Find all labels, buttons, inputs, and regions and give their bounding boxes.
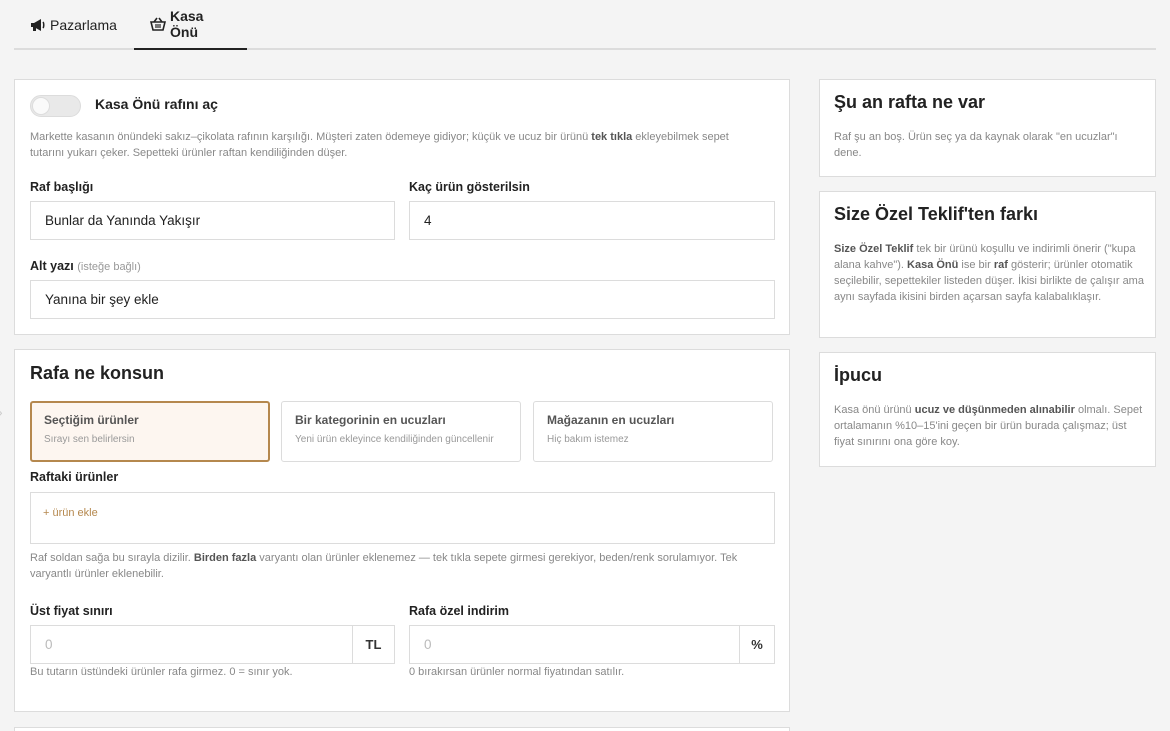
- current-shelf-desc: Raf şu an boş. Ürün seç ya da kaynak ola…: [834, 131, 1118, 159]
- add-product-link[interactable]: + ürün ekle: [43, 507, 98, 519]
- source-heading: Rafa ne konsun: [30, 363, 165, 383]
- subtitle-input[interactable]: Yanına bir şey ekle: [30, 280, 775, 319]
- difference-desc: Size Özel Teklif tek bir ürünü koşullu v…: [834, 243, 1144, 303]
- option-subtitle: Sırayı sen belirlersin: [44, 434, 135, 445]
- current-shelf-title: Şu an rafta ne var: [834, 92, 986, 112]
- product-count-input[interactable]: 4: [409, 201, 775, 240]
- shelf-products-label: Raftaki ürünler: [30, 470, 119, 484]
- source-option-category-cheapest[interactable]: Bir kategorinin en ucuzları Yeni ürün ek…: [281, 401, 521, 462]
- subtitle-label: Alt yazı (isteğe bağlı): [30, 259, 141, 273]
- products-note: Raf soldan sağa bu sırayla dizilir. Bird…: [30, 552, 738, 580]
- option-subtitle: Hiç bakım istemez: [547, 434, 629, 445]
- source-option-store-cheapest[interactable]: Mağazanın en ucuzları Hiç bakım istemez: [533, 401, 773, 462]
- toggle-knob: [32, 97, 50, 115]
- discount-unit: %: [739, 626, 774, 663]
- shelf-title-input[interactable]: Bunlar da Yanında Yakışır: [30, 201, 395, 240]
- tab-bar: Pazarlama Kasa Önü: [14, 0, 1156, 50]
- option-title: Bir kategorinin en ucuzları: [295, 413, 446, 427]
- max-price-unit: TL: [352, 626, 394, 663]
- option-title: Seçtiğim ürünler: [44, 413, 139, 427]
- tip-title: İpucu: [834, 365, 882, 385]
- chevron-right-icon: ›: [0, 404, 3, 420]
- tab-marketing-label: Pazarlama: [50, 17, 117, 33]
- max-price-label: Üst fiyat sınırı: [30, 604, 113, 618]
- option-subtitle: Yeni ürün ekleyince kendiliğinden güncel…: [295, 434, 494, 445]
- tab-kasa-onu-label: Kasa Önü: [170, 8, 204, 40]
- shelf-title-label: Raf başlığı: [30, 180, 94, 194]
- tip-desc: Kasa önü ürünü ucuz ve düşünmeden alınab…: [834, 404, 1143, 448]
- source-option-selected-products[interactable]: Seçtiğim ürünler Sırayı sen belirlersin: [30, 401, 270, 462]
- shelf-enable-toggle[interactable]: [30, 95, 81, 117]
- megaphone-icon: [30, 18, 46, 32]
- difference-title: Size Özel Teklif'ten farkı: [834, 204, 1039, 224]
- shelf-enable-label: Kasa Önü rafını aç: [95, 96, 218, 112]
- option-title: Mağazanın en ucuzları: [547, 413, 675, 427]
- basket-icon: [150, 17, 166, 31]
- discount-input[interactable]: 0: [409, 625, 775, 664]
- shelf-products-box: + ürün ekle: [30, 492, 775, 544]
- next-card: [14, 727, 790, 731]
- current-shelf-card: Şu an rafta ne var Raf şu an boş. Ürün s…: [819, 79, 1156, 177]
- product-count-label: Kaç ürün gösterilsin: [409, 180, 530, 194]
- tab-marketing[interactable]: Pazarlama: [14, 0, 134, 50]
- discount-help: 0 bırakırsan ürünler normal fiyatından s…: [409, 666, 625, 678]
- discount-label: Rafa özel indirim: [409, 604, 510, 618]
- tab-kasa-onu[interactable]: Kasa Önü: [134, 0, 247, 50]
- shelf-description: Markette kasanın önündeki sakız–çikolata…: [30, 131, 729, 159]
- difference-card: Size Özel Teklif'ten farkı Size Özel Tek…: [819, 191, 1156, 338]
- shelf-settings-card: Kasa Önü rafını aç Markette kasanın önün…: [14, 79, 790, 335]
- max-price-help: Bu tutarın üstündeki ürünler rafa girmez…: [30, 666, 293, 678]
- max-price-input[interactable]: 0: [30, 625, 395, 664]
- tip-card: İpucu Kasa önü ürünü ucuz ve düşünmeden …: [819, 352, 1156, 467]
- shelf-source-card: Rafa ne konsun Seçtiğim ürünler Sırayı s…: [14, 349, 790, 712]
